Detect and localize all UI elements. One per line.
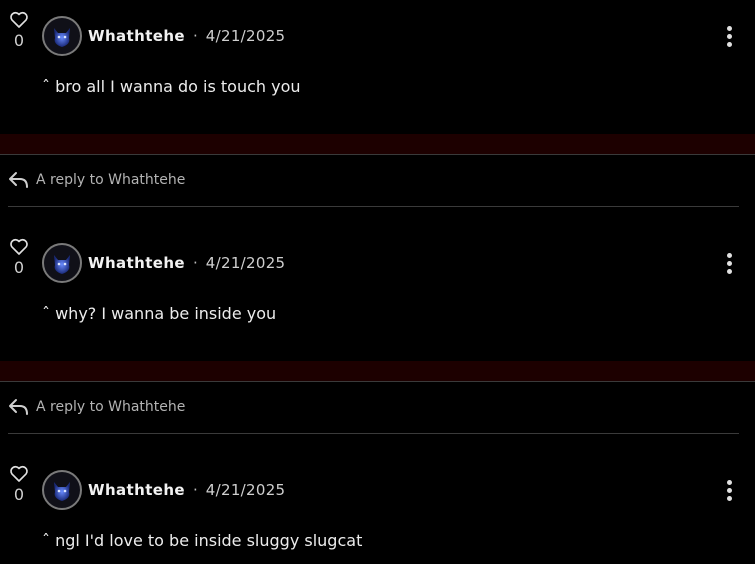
username-link[interactable]: Whathtehe: [88, 27, 185, 45]
heart-icon: [10, 238, 28, 255]
avatar[interactable]: [42, 16, 82, 56]
like-count: 0: [13, 258, 25, 277]
reply-label: A reply to Whathtehe: [36, 172, 186, 188]
username-link[interactable]: Whathtehe: [88, 481, 185, 499]
heart-icon: [10, 11, 28, 28]
reply-arrow-icon: [9, 172, 28, 188]
divider-line: [0, 381, 755, 382]
username-link[interactable]: Whathtehe: [88, 254, 185, 272]
more-options-button[interactable]: [722, 480, 736, 504]
dot: [726, 253, 732, 258]
dot: [726, 480, 732, 485]
comment-text: ˆ bro all I wanna do is touch you: [42, 77, 301, 96]
comment-text: ˆ ngl I'd love to be inside sluggy slugc…: [42, 531, 363, 550]
comment-meta: Whathtehe · 4/21/2025: [88, 481, 285, 499]
dot: [726, 26, 732, 31]
like-button[interactable]: 0: [8, 237, 30, 277]
reply-indicator[interactable]: A reply to Whathtehe: [8, 397, 185, 417]
avatar[interactable]: [42, 243, 82, 283]
like-count: 0: [13, 485, 25, 504]
dot: [726, 261, 732, 266]
comment-date: 4/21/2025: [205, 27, 286, 45]
divider-line: [0, 154, 755, 155]
avatar-creature-icon: [54, 255, 70, 274]
comment-divider: [0, 134, 755, 154]
avatar-creature-icon: [54, 28, 70, 47]
comment-meta: Whathtehe · 4/21/2025: [88, 27, 285, 45]
like-count: 0: [13, 31, 25, 50]
avatar-creature-icon: [54, 482, 70, 501]
reply-divider: [8, 206, 739, 207]
comment-date: 4/21/2025: [205, 481, 286, 499]
more-options-button[interactable]: [722, 253, 736, 277]
comment-text: ˆ why? I wanna be inside you: [42, 304, 277, 323]
dot: [726, 269, 732, 274]
reply-indicator[interactable]: A reply to Whathtehe: [8, 170, 185, 190]
dot: [726, 34, 732, 39]
comment-divider: [0, 361, 755, 381]
more-options-button[interactable]: [722, 26, 736, 50]
dot: [726, 42, 732, 47]
dot: [726, 496, 732, 501]
avatar[interactable]: [42, 470, 82, 510]
meta-separator: ·: [193, 481, 198, 499]
meta-separator: ·: [193, 254, 198, 272]
reply-divider: [8, 433, 739, 434]
heart-icon: [10, 465, 28, 482]
like-button[interactable]: 0: [8, 10, 30, 50]
comment-meta: Whathtehe · 4/21/2025: [88, 254, 285, 272]
dot: [726, 488, 732, 493]
meta-separator: ·: [193, 27, 198, 45]
reply-arrow-icon: [9, 399, 28, 415]
like-button[interactable]: 0: [8, 464, 30, 504]
comment-date: 4/21/2025: [205, 254, 286, 272]
reply-label: A reply to Whathtehe: [36, 399, 186, 415]
